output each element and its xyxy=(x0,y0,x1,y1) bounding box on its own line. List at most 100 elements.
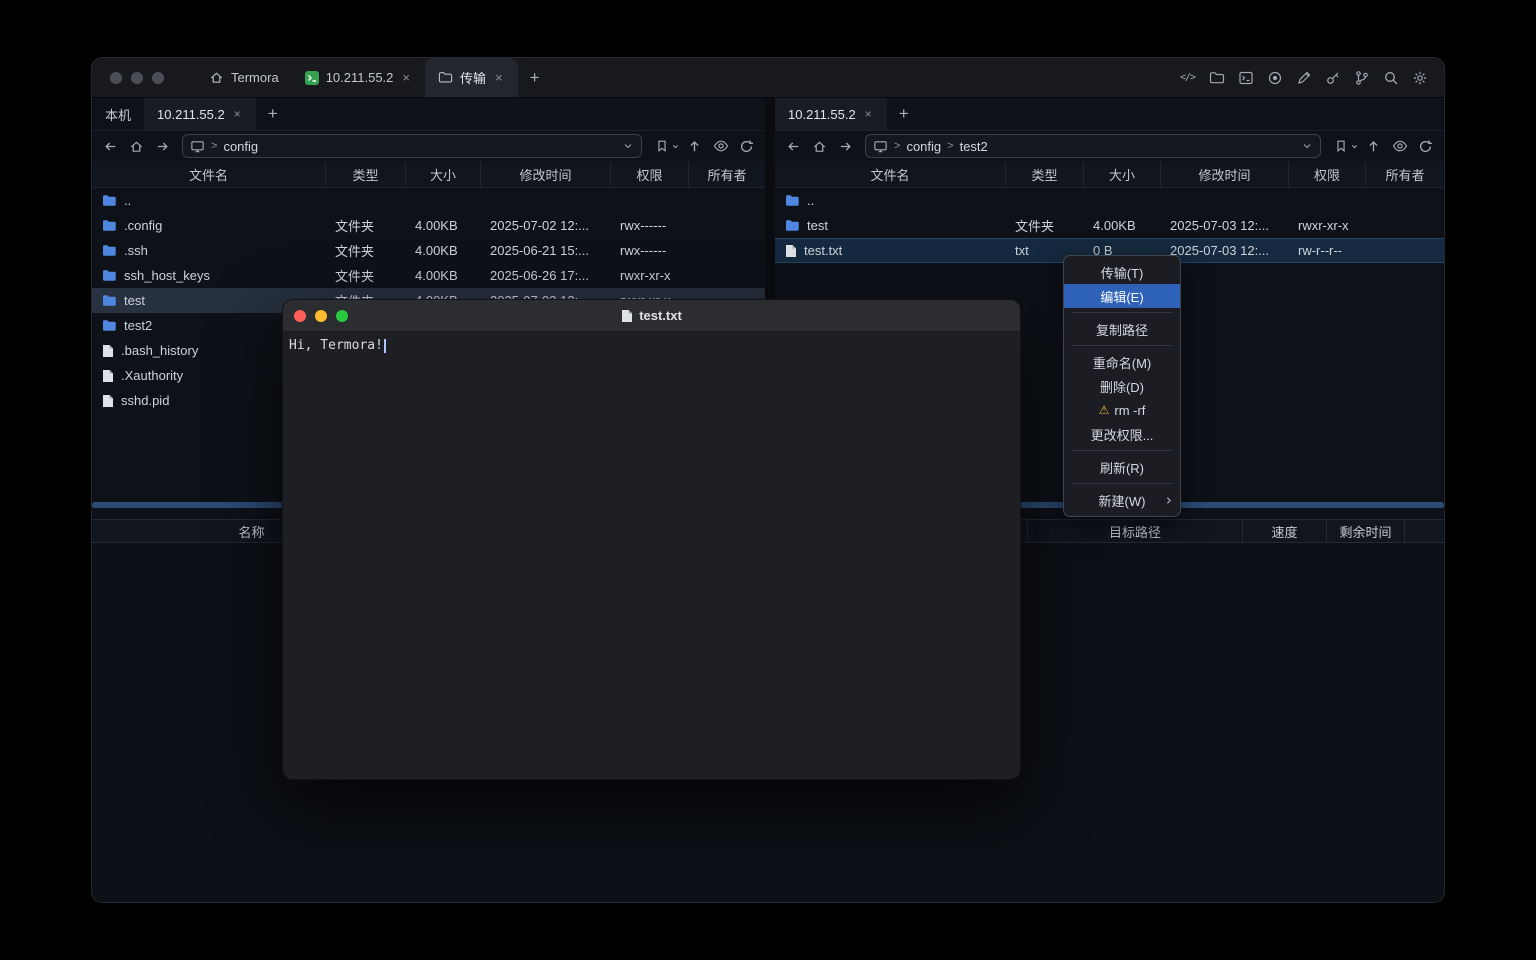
close-icon[interactable]: × xyxy=(863,107,874,121)
table-row[interactable]: ssh_host_keys 文件夹 4.00KB 2025-06-26 17:.… xyxy=(92,263,765,288)
column-header-size[interactable]: 大小 xyxy=(1083,161,1160,187)
bookmark-icon[interactable] xyxy=(1329,135,1352,157)
back-icon[interactable] xyxy=(782,135,805,157)
editor-window: test.txt Hi, Termora! xyxy=(283,300,1020,779)
back-icon[interactable] xyxy=(99,135,122,157)
bookmark-dropdown-icon[interactable] xyxy=(671,142,680,151)
refresh-icon[interactable] xyxy=(1414,135,1437,157)
path-segment[interactable]: test2 xyxy=(960,139,988,154)
menu-item-new[interactable]: 新建(W) xyxy=(1064,488,1180,512)
home-icon[interactable] xyxy=(808,135,831,157)
editor-text-area[interactable]: Hi, Termora! xyxy=(283,332,1020,779)
forward-icon[interactable] xyxy=(834,135,857,157)
minimize-window-button[interactable] xyxy=(131,72,143,84)
close-icon[interactable]: × xyxy=(493,70,505,85)
column-header-type[interactable]: 类型 xyxy=(1005,161,1083,187)
maximize-window-button[interactable] xyxy=(336,310,348,322)
table-row[interactable]: .config 文件夹 4.00KB 2025-07-02 12:... rwx… xyxy=(92,213,765,238)
folder-icon xyxy=(102,244,117,257)
close-icon[interactable]: × xyxy=(232,107,243,121)
menu-item-rename[interactable]: 重命名(M) xyxy=(1064,350,1180,374)
table-row[interactable]: test 文件夹 4.00KB 2025-07-03 12:... rwxr-x… xyxy=(775,213,1444,238)
column-header-speed[interactable]: 速度 xyxy=(1243,520,1327,542)
column-header-modified[interactable]: 修改时间 xyxy=(1160,161,1288,187)
column-header-type[interactable]: 类型 xyxy=(325,161,405,187)
refresh-icon[interactable] xyxy=(735,135,758,157)
tab-transfer[interactable]: 传输 × xyxy=(425,58,518,97)
minimize-window-button[interactable] xyxy=(315,310,327,322)
chevron-right-icon: > xyxy=(947,140,953,152)
table-row[interactable]: .. xyxy=(775,188,1444,213)
table-row[interactable]: .. xyxy=(92,188,765,213)
tab-ssh-session[interactable]: 10.211.55.2 × xyxy=(292,58,425,97)
show-hidden-eye-icon[interactable] xyxy=(1388,135,1411,157)
folder-icon[interactable] xyxy=(1206,67,1227,88)
bookmark-icon[interactable] xyxy=(650,135,673,157)
editor-title: test.txt xyxy=(283,308,1020,323)
traffic-lights xyxy=(92,72,180,84)
tab-remote-10-211-55-2[interactable]: 10.211.55.2 × xyxy=(775,98,887,130)
column-header-perms[interactable]: 权限 xyxy=(610,161,688,187)
close-window-button[interactable] xyxy=(110,72,122,84)
branch-icon[interactable] xyxy=(1351,67,1372,88)
forward-icon[interactable] xyxy=(151,135,174,157)
key-icon[interactable] xyxy=(1322,67,1343,88)
column-header-name[interactable]: 文件名 xyxy=(775,161,1005,187)
menu-item-change-permissions[interactable]: 更改权限... xyxy=(1064,422,1180,446)
chevron-down-icon[interactable] xyxy=(622,140,634,152)
column-header-remaining[interactable]: 剩余时间 xyxy=(1327,520,1405,542)
path-breadcrumb[interactable]: > config > test2 xyxy=(865,134,1321,158)
window-titlebar: Termora 10.211.55.2 × 传输 × + xyxy=(92,58,1444,98)
tab-local[interactable]: 本机 xyxy=(92,98,144,130)
home-icon xyxy=(209,70,224,85)
bookmark-dropdown-icon[interactable] xyxy=(1350,142,1359,151)
edit-pencil-icon[interactable] xyxy=(1293,67,1314,88)
log-icon[interactable] xyxy=(1235,67,1256,88)
menu-item-transfer[interactable]: 传输(T) xyxy=(1064,260,1180,284)
file-icon xyxy=(785,244,797,258)
tab-label: 本机 xyxy=(105,105,131,124)
menu-separator xyxy=(1072,312,1172,313)
chevron-down-icon[interactable] xyxy=(1301,140,1313,152)
tab-termora-home[interactable]: Termora xyxy=(196,58,292,97)
path-segment[interactable]: config xyxy=(906,139,941,154)
new-panel-tab-button[interactable]: + xyxy=(256,98,290,130)
record-icon[interactable] xyxy=(1264,67,1285,88)
file-icon xyxy=(621,309,633,323)
column-header-owner[interactable]: 所有者 xyxy=(1365,161,1444,187)
maximize-window-button[interactable] xyxy=(152,72,164,84)
ssh-terminal-icon xyxy=(305,71,319,85)
right-panel-tabs: 10.211.55.2 × + xyxy=(775,98,1444,131)
tab-label: 10.211.55.2 xyxy=(157,107,225,122)
upload-icon[interactable] xyxy=(1362,135,1385,157)
menu-item-delete[interactable]: 删除(D) xyxy=(1064,374,1180,398)
column-header-target-path[interactable]: 目标路径 xyxy=(1028,520,1243,542)
editor-titlebar[interactable]: test.txt xyxy=(283,300,1020,332)
show-hidden-eye-icon[interactable] xyxy=(709,135,732,157)
new-panel-tab-button[interactable]: + xyxy=(887,98,921,130)
tab-remote-10-211-55-2[interactable]: 10.211.55.2 × xyxy=(144,98,256,130)
folder-icon xyxy=(102,319,117,332)
menu-item-refresh[interactable]: 刷新(R) xyxy=(1064,455,1180,479)
menu-item-edit[interactable]: 编辑(E) xyxy=(1064,284,1180,308)
code-icon[interactable]: </> xyxy=(1177,67,1198,88)
new-tab-button[interactable]: + xyxy=(518,58,552,97)
column-header-owner[interactable]: 所有者 xyxy=(688,161,765,187)
close-icon[interactable]: × xyxy=(400,70,412,85)
menu-item-rm-rf[interactable]: ⚠rm -rf xyxy=(1064,398,1180,422)
column-header-perms[interactable]: 权限 xyxy=(1288,161,1365,187)
editor-line-text: Hi, Termora! xyxy=(289,338,383,353)
path-segment[interactable]: config xyxy=(223,139,258,154)
column-header-size[interactable]: 大小 xyxy=(405,161,480,187)
home-icon[interactable] xyxy=(125,135,148,157)
file-icon xyxy=(102,369,114,383)
menu-item-copy-path[interactable]: 复制路径 xyxy=(1064,317,1180,341)
upload-icon[interactable] xyxy=(683,135,706,157)
close-window-button[interactable] xyxy=(294,310,306,322)
column-header-modified[interactable]: 修改时间 xyxy=(480,161,610,187)
search-icon[interactable] xyxy=(1380,67,1401,88)
column-header-name[interactable]: 文件名 xyxy=(92,161,325,187)
table-row[interactable]: .ssh 文件夹 4.00KB 2025-06-21 15:... rwx---… xyxy=(92,238,765,263)
settings-gear-icon[interactable] xyxy=(1409,67,1430,88)
path-breadcrumb[interactable]: > config xyxy=(182,134,642,158)
